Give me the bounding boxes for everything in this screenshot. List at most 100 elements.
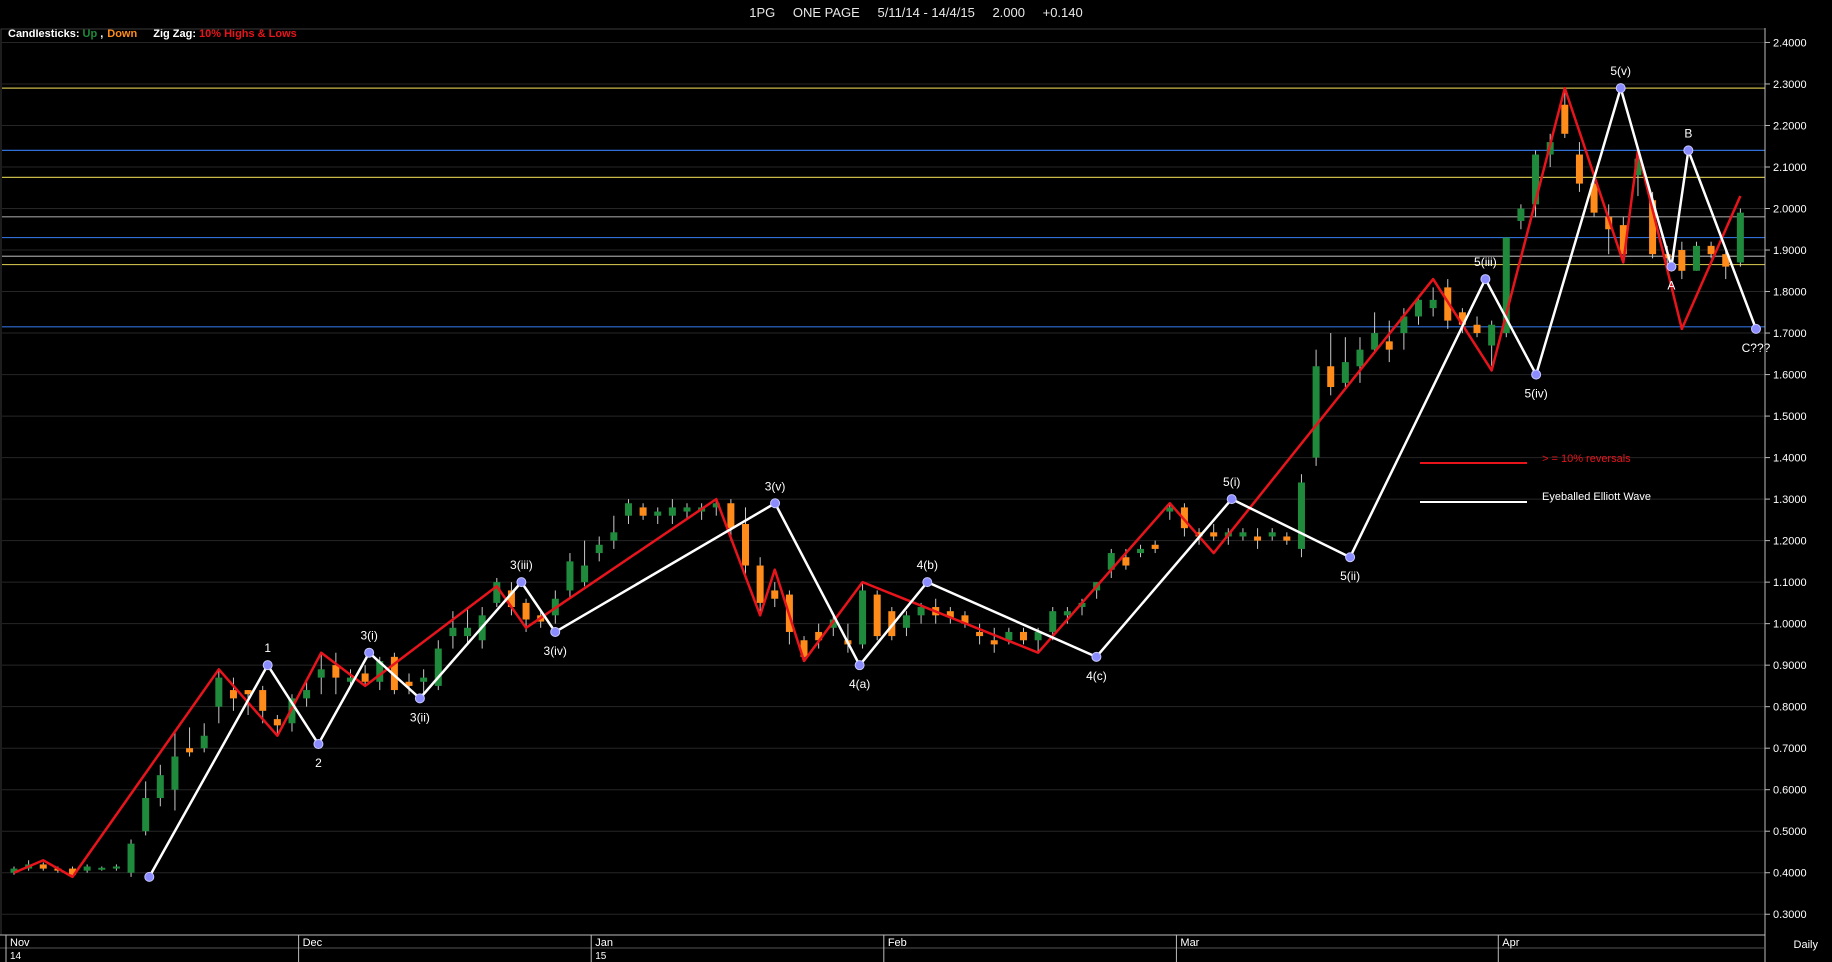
candle-body <box>229 690 237 699</box>
wave-label: A <box>1667 279 1675 293</box>
zigzag-series <box>13 86 1742 879</box>
wave-label: 4(a) <box>849 677 870 691</box>
chart-window: 1PG ONE PAGE 5/11/14 - 14/4/15 2.000 +0.… <box>0 0 1832 962</box>
elliott-legend-text: Eyeballed Elliott Wave <box>1542 491 1651 503</box>
candle-body <box>1575 154 1583 184</box>
horizontal-levels <box>2 87 1765 328</box>
candle-body <box>624 503 632 516</box>
x-tick-label: Apr <box>1502 937 1519 949</box>
candle-body <box>859 590 867 645</box>
zigzag-legend-text: > = 10% reversals <box>1542 453 1631 465</box>
candle-body <box>1151 544 1159 549</box>
wave-point <box>854 660 865 671</box>
wave-label: 2 <box>315 756 322 770</box>
candle-body <box>1049 611 1057 632</box>
wave-point <box>516 577 527 588</box>
candle-body <box>639 507 647 516</box>
wave-point <box>922 577 933 588</box>
candle-body <box>1122 557 1130 566</box>
wave-point <box>1226 494 1237 505</box>
y-tick-label: 2.2000 <box>1773 120 1807 132</box>
candle-body <box>1312 366 1320 458</box>
candle-body <box>1341 362 1349 383</box>
y-tick-label: 1.0000 <box>1773 619 1807 631</box>
wave-label: B <box>1684 126 1692 140</box>
y-tick-label: 0.9000 <box>1773 660 1807 672</box>
candle-body <box>771 590 779 599</box>
wave-point <box>1615 83 1626 94</box>
y-tick-label: 0.3000 <box>1773 909 1807 921</box>
y-tick-label: 1.6000 <box>1773 370 1807 382</box>
wave-point <box>364 647 375 658</box>
x-tick-label: Mar <box>1180 937 1199 949</box>
candle-body <box>1707 245 1715 255</box>
candle-body <box>976 631 984 637</box>
candle-body <box>1063 611 1071 616</box>
candle-body <box>522 602 530 620</box>
wave-point <box>1480 274 1491 285</box>
y-tick-label: 1.5000 <box>1773 411 1807 423</box>
candle-body <box>449 627 457 637</box>
candle-body <box>990 640 998 645</box>
candle-body <box>902 615 910 628</box>
candle-body <box>1385 341 1393 350</box>
period-label[interactable]: Daily <box>1794 939 1818 951</box>
price-chart[interactable]: 1 2 3(i) 3(ii) 3(iii) 3(iv) 3(v) 4(a) 4(b) 4(c) 5(… <box>0 0 1832 962</box>
candle-body <box>1736 212 1744 263</box>
candle-body <box>1254 536 1262 541</box>
wave-label: 5(v) <box>1610 64 1631 78</box>
wave-point <box>1666 261 1677 272</box>
candle-body <box>1692 245 1700 271</box>
candle-body <box>1268 532 1276 537</box>
wave-label: 4(c) <box>1086 669 1107 683</box>
candle-body <box>420 677 428 682</box>
y-tick-label: 2.0000 <box>1773 204 1807 216</box>
candle-body <box>1283 536 1291 541</box>
candle-body <box>112 866 120 869</box>
wave-label: 5(iii) <box>1474 255 1497 269</box>
candle-body <box>317 669 325 678</box>
y-tick-label: 0.6000 <box>1773 785 1807 797</box>
y-tick-label: 1.4000 <box>1773 453 1807 465</box>
wave-point <box>1345 552 1356 563</box>
candle-body <box>610 532 618 541</box>
wave-point <box>313 739 324 750</box>
y-tick-label: 0.7000 <box>1773 743 1807 755</box>
y-tick-label: 2.4000 <box>1773 37 1807 49</box>
wave-point <box>144 871 155 882</box>
candle-body <box>171 756 179 790</box>
candle-body <box>1678 250 1686 271</box>
candle-body <box>873 594 881 637</box>
wave-point <box>262 660 273 671</box>
wave-point <box>1531 369 1542 380</box>
wave-label: 3(ii) <box>410 710 430 724</box>
wave-label: 3(v) <box>765 479 786 493</box>
y-tick-label: 0.8000 <box>1773 702 1807 714</box>
wave-label: 3(iv) <box>544 644 567 658</box>
candle-body <box>1210 532 1218 537</box>
x-tick-sublabel: 15 <box>595 951 607 962</box>
wave-point <box>1091 651 1102 662</box>
y-tick-label: 0.4000 <box>1773 868 1807 880</box>
candle-body <box>683 507 691 512</box>
x-tick-label: Feb <box>888 937 907 949</box>
zigzag-line <box>13 86 1742 879</box>
candle-body <box>1137 548 1145 554</box>
candle-body <box>742 524 750 566</box>
candle-body <box>127 843 135 873</box>
candle-body <box>917 607 925 616</box>
candle-body <box>156 775 164 799</box>
candle-body <box>1239 532 1247 537</box>
wave-label: 1 <box>264 641 271 655</box>
y-tick-label: 1.2000 <box>1773 536 1807 548</box>
candle-body <box>756 565 764 603</box>
candle-body <box>303 690 311 699</box>
y-tick-label: 2.3000 <box>1773 79 1807 91</box>
wave-label: 4(b) <box>917 558 938 572</box>
grid-layer <box>0 28 1766 936</box>
y-tick-label: 0.5000 <box>1773 826 1807 838</box>
x-tick-sublabel: 14 <box>10 951 22 962</box>
candle-body <box>200 735 208 749</box>
candle-body <box>581 565 589 583</box>
y-tick-label: 2.1000 <box>1773 162 1807 174</box>
